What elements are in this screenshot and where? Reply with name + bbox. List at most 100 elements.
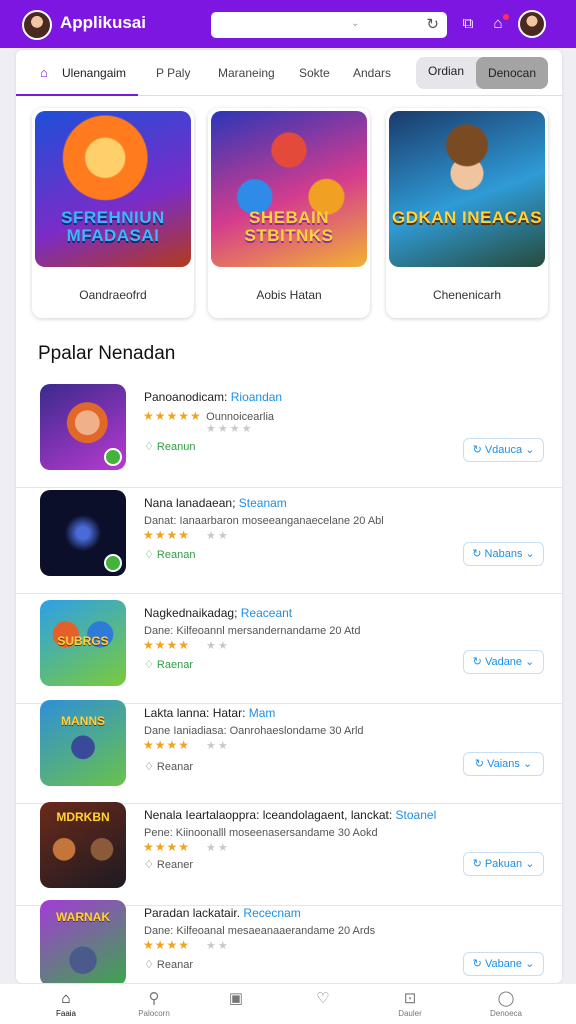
app-status-text: Reaner (156, 859, 193, 871)
app-thumbnail: MDRKBN (40, 802, 126, 888)
home-icon: ⌂ (61, 990, 71, 1007)
app-status-text: Reanan (156, 549, 196, 561)
list-item[interactable]: SUBRGS Nagkednaikadag; Reaceant Dane: Ki… (16, 600, 562, 704)
list-item[interactable]: Panoanodicam: Rioandan ★★★★★ Ounnoicearl… (16, 384, 562, 488)
tab-paly-label: Paly (167, 66, 191, 80)
featured-card[interactable]: SFREHNIUN MFADASAI Oandraeofrd (32, 108, 194, 318)
app-title: Nenala Ieartalaoppra: lceandolagaent, la… (144, 808, 436, 822)
pin-icon: ⚲ (148, 990, 160, 1007)
app-title-highlight[interactable]: Stoanel (396, 808, 437, 822)
app-status: ♢ Reanun (144, 441, 196, 453)
home-tab-icon[interactable]: ⌂ (40, 65, 48, 80)
app-title: Nagkednaikadag; Reaceant (144, 606, 292, 620)
list-item[interactable]: WARNAK Paradan lackatair. Rececnam Dane:… (16, 900, 562, 983)
install-button[interactable]: ↻ Vadane ⌄ (463, 650, 544, 674)
featured-art-title: GDKAN INEACAS (391, 208, 543, 227)
app-description: Dane: Kilfeoanal mesaeanaaerandame 20 Ar… (144, 925, 376, 937)
nav-denoeca[interactable]: ◯ Denoeca (466, 990, 546, 1018)
list-item[interactable]: MANNS Lakta lanna: Hatar: Mam Dane Iania… (16, 700, 562, 804)
app-title-text: Nenala Ieartalaoppra: lceandolagaent, la… (144, 808, 393, 822)
app-thumbnail (40, 490, 126, 576)
segment-denocan[interactable]: Denocan (476, 57, 548, 89)
rating-stars: ★★★★ (143, 638, 191, 652)
tab-ulenangaim[interactable]: Ulenangaim (62, 66, 126, 80)
profile-avatar[interactable] (518, 10, 546, 38)
nav-denoeca-label: Denoeca (489, 1009, 523, 1018)
nav-palocorn-label: Palocorn (138, 1009, 170, 1018)
rating-stars-empty: ★★ (206, 530, 230, 542)
install-button-label: Nabans (484, 548, 523, 560)
app-description: Dane: Kilfeoannl mersandernandame 20 Atd (144, 625, 361, 637)
featured-art: GDKAN INEACAS (389, 111, 545, 267)
list-item[interactable]: Nana lanadaean; Steanam Danat: Ianaarbar… (16, 490, 562, 594)
house-notification-icon[interactable]: ⌂ (488, 14, 509, 34)
nav-favorites[interactable]: ♡ (283, 990, 363, 1009)
featured-card[interactable]: GDKAN INEACAS Chenenicarh (386, 108, 548, 318)
install-button[interactable]: ↻ Vabane ⌄ (463, 952, 544, 976)
app-status: ♢ Reaner (144, 859, 193, 871)
app-title-text: Nagkednaikadag; (144, 606, 238, 620)
chevron-down-icon[interactable]: ⌄ (351, 18, 359, 29)
tab-paly[interactable]: P Paly (156, 66, 190, 80)
featured-label: Chenenicarh (432, 288, 502, 302)
app-title-highlight[interactable]: Steanam (239, 496, 287, 510)
featured-label: Aobis Hatan (256, 288, 322, 302)
app-thumbnail: MANNS (40, 700, 126, 786)
nav-home-label: Faaia (55, 1009, 76, 1018)
app-status-text: Reanar (156, 959, 193, 971)
thumbnail-art-text: MDRKBN (56, 810, 110, 824)
list-item[interactable]: MDRKBN Nenala Ieartalaoppra: lceandolaga… (16, 802, 562, 906)
featured-art: SHEBAIN STBITNKS (211, 111, 367, 267)
app-description: Danat: Ianaarbaron moseeanganaecelane 20… (144, 515, 384, 527)
nav-gallery[interactable]: ▣ (196, 990, 276, 1009)
nav-home[interactable]: ⌂ Faaia (26, 990, 106, 1018)
app-title: Nana lanadaean; Steanam (144, 496, 287, 510)
nav-dauler[interactable]: ⊡ Dauler (370, 990, 450, 1018)
app-title-text: Lakta lanna: Hatar: (144, 706, 246, 720)
featured-card[interactable]: SHEBAIN STBITNKS Aobis Hatan (208, 108, 370, 318)
segmented-control: Ordian Denocan (416, 57, 548, 89)
app-title-highlight[interactable]: Reaceant (241, 606, 292, 620)
app-thumbnail: SUBRGS (40, 600, 126, 686)
rating-stars-empty: ★★★★ (206, 423, 254, 435)
active-tab-indicator (16, 94, 138, 96)
rating-stars-empty: ★★ (206, 842, 230, 854)
tab-maraneing[interactable]: Maraneing (218, 66, 275, 80)
app-title-highlight[interactable]: Mam (249, 706, 276, 720)
share-icon[interactable]: ⧉ (458, 14, 478, 34)
featured-art-title: SFREHNIUN MFADASAI (61, 208, 165, 245)
tab-andars[interactable]: Andars (353, 66, 391, 80)
avatar[interactable] (22, 10, 52, 40)
app-title: Lakta lanna: Hatar: Mam (144, 706, 275, 720)
verified-badge-icon (104, 448, 122, 466)
install-button-label: Vdauca (484, 444, 523, 456)
bottom-navigation: ⌂ Faaia ⚲ Palocorn ▣ ♡ ⊡ Dauler ◯ Denoec… (0, 984, 576, 1024)
install-button[interactable]: ↻ Vdauca ⌄ (463, 438, 544, 462)
thumbnail-art-text: SUBRGS (57, 634, 109, 648)
app-status-text: Reanun (156, 441, 196, 453)
tab-sokte[interactable]: Sokte (299, 66, 330, 80)
app-title-highlight[interactable]: Rioandan (231, 390, 282, 404)
app-status-text: Raenar (156, 659, 193, 671)
segment-ordian[interactable]: Ordian (428, 64, 464, 78)
profile-icon: ◯ (497, 990, 515, 1007)
app-title: Panoanodicam: Rioandan (144, 390, 282, 404)
app-title-highlight[interactable]: Rececnam (243, 906, 300, 920)
rating-stars: ★★★★ (143, 938, 191, 952)
thumbnail-art-text: WARNAK (56, 910, 110, 924)
search-input[interactable]: ⌄ ↻ (211, 12, 447, 38)
install-button[interactable]: ↻ Nabans ⌄ (463, 542, 544, 566)
install-button[interactable]: ↻ Pakuan ⌄ (463, 852, 544, 876)
nav-palocorn[interactable]: ⚲ Palocorn (114, 990, 194, 1018)
featured-art-title: SHEBAIN STBITNKS (244, 208, 334, 245)
verified-badge-icon (104, 554, 122, 572)
install-button-label: Vadane (484, 656, 523, 668)
app-title-text: Paradan lackatair. (144, 906, 241, 920)
rating-stars: ★★★★ (143, 840, 191, 854)
install-button-label: Vaians (487, 758, 520, 770)
top-app-bar: Applikusai ⌄ ↻ ⧉ ⌂ (0, 0, 576, 48)
app-description: Pene: Kiinoonalll moseenasersandame 30 A… (144, 827, 378, 839)
nav-dauler-label: Dauler (398, 1009, 422, 1018)
refresh-icon[interactable]: ↻ (426, 15, 439, 33)
install-button[interactable]: ↻ Vaians ⌄ (463, 752, 544, 776)
